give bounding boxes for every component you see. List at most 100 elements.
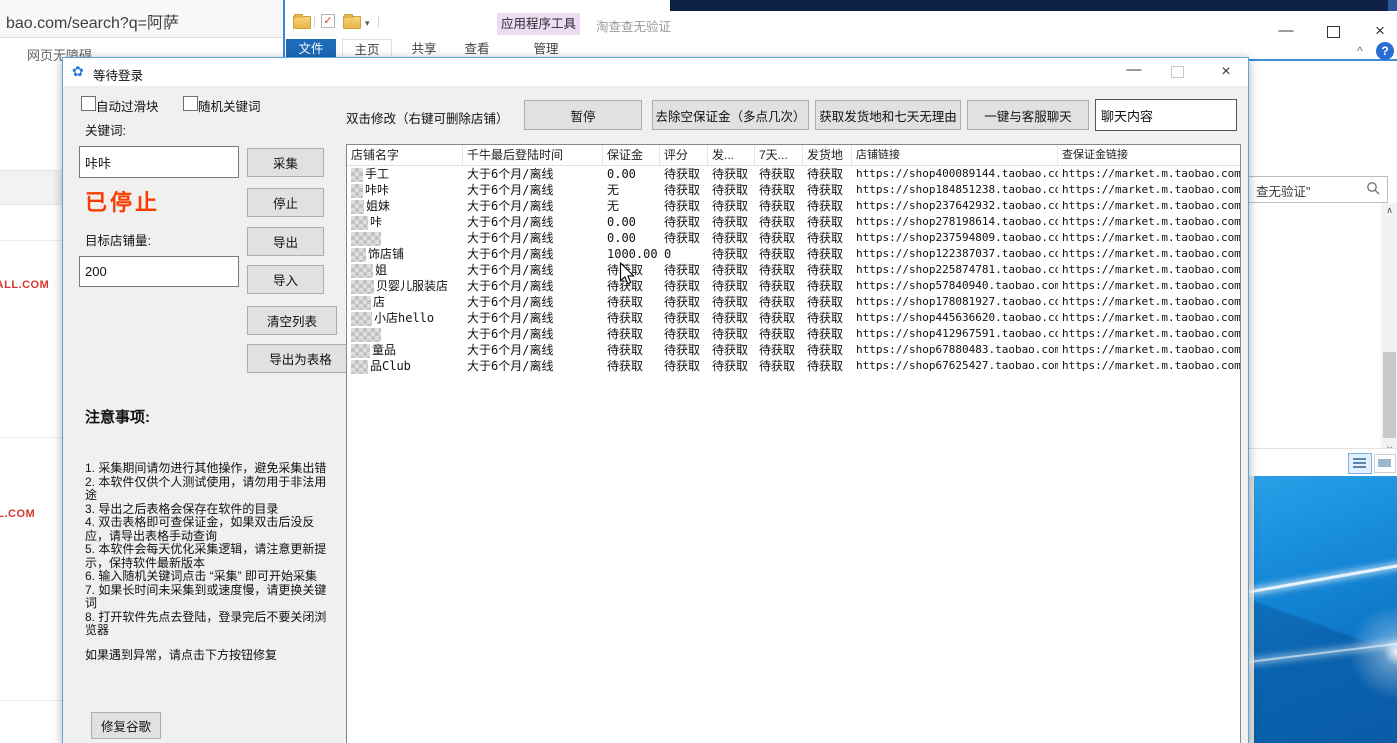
export-button[interactable]: 导出 bbox=[247, 227, 324, 256]
scroll-up-icon[interactable]: ∧ bbox=[1381, 203, 1397, 217]
7day-cell: 待获取 bbox=[755, 182, 803, 198]
explorer-minimize-button[interactable]: — bbox=[1275, 22, 1297, 40]
status-text: 已停止 bbox=[85, 185, 160, 217]
chat-content-input[interactable] bbox=[1095, 99, 1237, 131]
random-keyword-label: 随机关键词 bbox=[198, 96, 261, 115]
last-login-cell: 大于6个月/离线 bbox=[463, 294, 603, 310]
table-row[interactable]: 饰店铺 大于6个月/离线 1000.00 0 待获取 待获取 待获取 https… bbox=[347, 246, 1240, 262]
dropdown-caret-icon[interactable]: ▾ bbox=[365, 18, 370, 29]
table-row[interactable]: 贝婴儿服装店 大于6个月/离线 待获取 待获取 待获取 待获取 待获取 http… bbox=[347, 278, 1240, 294]
col-last-login[interactable]: 千牛最后登陆时间 bbox=[463, 145, 603, 165]
deposit-link-cell: https://market.m.taobao.com/s bbox=[1058, 262, 1241, 278]
shop-link-cell: https://shop412967591.taobao.com/ bbox=[852, 326, 1058, 342]
list-view-toggle[interactable] bbox=[1348, 453, 1372, 474]
explorer-close-button[interactable]: × bbox=[1369, 22, 1391, 40]
shop-name-cell: 姐妹 bbox=[347, 198, 463, 214]
repair-chrome-button[interactable]: 修复谷歌 bbox=[91, 712, 161, 739]
table-row[interactable]: 咔 大于6个月/离线 0.00 待获取 待获取 待获取 待获取 https://… bbox=[347, 214, 1240, 230]
shop-name: 姐 bbox=[375, 263, 387, 277]
shop-table[interactable]: 店铺名字 千牛最后登陆时间 保证金 评分 发... 7天... 发货地 店铺链接… bbox=[346, 144, 1241, 743]
table-row[interactable]: 童品 大于6个月/离线 待获取 待获取 待获取 待获取 待获取 https://… bbox=[347, 342, 1240, 358]
pause-button[interactable]: 暂停 bbox=[524, 100, 642, 130]
folder-icon[interactable] bbox=[293, 16, 311, 29]
location-cell: 待获取 bbox=[803, 182, 852, 198]
deposit-cell: 无 bbox=[603, 182, 660, 198]
chat-with-service-button[interactable]: 一键与客服聊天 bbox=[967, 100, 1089, 130]
window-title: 淘查查无验证 bbox=[596, 16, 671, 35]
folder-icon[interactable] bbox=[343, 16, 361, 29]
7day-cell: 待获取 bbox=[755, 310, 803, 326]
browser-address-bar[interactable]: bao.com/search?q=阿萨 bbox=[0, 0, 283, 38]
export-table-button[interactable]: 导出为表格 bbox=[247, 344, 354, 373]
target-count-input[interactable] bbox=[79, 256, 239, 287]
shop-name: 饰店铺 bbox=[368, 247, 404, 261]
table-row[interactable]: 咔咔 大于6个月/离线 无 待获取 待获取 待获取 待获取 https://sh… bbox=[347, 182, 1240, 198]
auto-slider-checkbox[interactable] bbox=[81, 96, 96, 111]
table-row[interactable]: 姐 大于6个月/离线 待获取 待获取 待获取 待获取 待获取 https://s… bbox=[347, 262, 1240, 278]
deposit-cell: 0.00 bbox=[603, 166, 660, 182]
table-row[interactable]: 姐妹 大于6个月/离线 无 待获取 待获取 待获取 待获取 https://sh… bbox=[347, 198, 1240, 214]
checkbox-icon[interactable]: ✓ bbox=[321, 14, 335, 28]
last-login-cell: 大于6个月/离线 bbox=[463, 342, 603, 358]
last-login-cell: 大于6个月/离线 bbox=[463, 182, 603, 198]
collect-button[interactable]: 采集 bbox=[247, 148, 324, 177]
last-login-cell: 大于6个月/离线 bbox=[463, 246, 603, 262]
shop-name-cell: 咔 bbox=[347, 214, 463, 230]
col-7day[interactable]: 7天... bbox=[755, 145, 803, 165]
table-row[interactable]: 大于6个月/离线 0.00 待获取 待获取 待获取 待获取 https://sh… bbox=[347, 230, 1240, 246]
stop-button[interactable]: 停止 bbox=[247, 188, 324, 217]
help-icon[interactable]: ? bbox=[1376, 42, 1394, 60]
keyword-input[interactable] bbox=[79, 146, 239, 178]
location-cell: 待获取 bbox=[803, 214, 852, 230]
table-header[interactable]: 店铺名字 千牛最后登陆时间 保证金 评分 发... 7天... 发货地 店铺链接… bbox=[347, 145, 1240, 166]
table-row[interactable]: 店 大于6个月/离线 待获取 待获取 待获取 待获取 待获取 https://s… bbox=[347, 294, 1240, 310]
remove-empty-deposit-button[interactable]: 去除空保证金（多点几次） bbox=[652, 100, 809, 130]
tmall-logo: MALL.COM bbox=[0, 279, 49, 291]
shop-name-cell: 贝婴儿服装店 bbox=[347, 278, 463, 294]
shipping-cell: 待获取 bbox=[708, 326, 755, 342]
random-keyword-checkbox[interactable] bbox=[183, 96, 198, 111]
note-item: 5. 本软件会每天优化采集逻辑，请注意更新提示，保持软件最新版本 bbox=[85, 543, 333, 570]
rating-cell: 待获取 bbox=[660, 262, 708, 278]
col-ship-location[interactable]: 发货地 bbox=[803, 145, 852, 165]
location-cell: 待获取 bbox=[803, 294, 852, 310]
dialog-title-bar[interactable]: ✿ 等待登录 — × bbox=[63, 58, 1248, 86]
mouse-cursor bbox=[619, 262, 637, 288]
col-shop-name[interactable]: 店铺名字 bbox=[347, 145, 463, 165]
thumbnail-view-toggle[interactable] bbox=[1374, 454, 1396, 473]
clear-list-button[interactable]: 清空列表 bbox=[247, 306, 337, 335]
scrollbar-thumb[interactable] bbox=[1383, 352, 1396, 438]
dialog-maximize-button[interactable] bbox=[1171, 66, 1184, 78]
shop-link-cell: https://shop122387037.taobao.com/ bbox=[852, 246, 1058, 262]
light-beam bbox=[1247, 549, 1397, 597]
deposit-cell: 待获取 bbox=[603, 342, 660, 358]
scrollbar[interactable]: ∧ ∨ bbox=[1381, 203, 1397, 456]
notes-title: 注意事项: bbox=[85, 406, 150, 427]
table-row[interactable]: 品Club 大于6个月/离线 待获取 待获取 待获取 待获取 待获取 https… bbox=[347, 358, 1240, 374]
col-deposit[interactable]: 保证金 bbox=[603, 145, 660, 165]
contextual-tab-app-tools[interactable]: 应用程序工具 bbox=[497, 13, 580, 35]
col-shipping[interactable]: 发... bbox=[708, 145, 755, 165]
table-row[interactable]: 手工 大于6个月/离线 0.00 待获取 待获取 待获取 待获取 https:/… bbox=[347, 166, 1240, 182]
table-row[interactable]: 小店hello 大于6个月/离线 待获取 待获取 待获取 待获取 待获取 htt… bbox=[347, 310, 1240, 326]
col-shop-link[interactable]: 店铺链接 bbox=[852, 145, 1058, 165]
dialog-close-button[interactable]: × bbox=[1211, 61, 1241, 83]
dialog-minimize-button[interactable]: — bbox=[1119, 60, 1149, 82]
get-shipping-info-button[interactable]: 获取发货地和七天无理由 bbox=[815, 100, 961, 130]
censor-blur bbox=[351, 296, 371, 310]
col-rating[interactable]: 评分 bbox=[660, 145, 708, 165]
col-deposit-link[interactable]: 查保证金链接 bbox=[1058, 145, 1241, 165]
divider bbox=[0, 437, 62, 438]
deposit-cell: 0.00 bbox=[603, 214, 660, 230]
location-cell: 待获取 bbox=[803, 278, 852, 294]
search-icon[interactable] bbox=[1366, 181, 1381, 196]
7day-cell: 待获取 bbox=[755, 326, 803, 342]
explorer-maximize-button[interactable] bbox=[1327, 26, 1340, 38]
last-login-cell: 大于6个月/离线 bbox=[463, 326, 603, 342]
shop-link-cell: https://shop57840940.taobao.com/ bbox=[852, 278, 1058, 294]
table-row[interactable]: 大于6个月/离线 待获取 待获取 待获取 待获取 待获取 https://sho… bbox=[347, 326, 1240, 342]
import-button[interactable]: 导入 bbox=[247, 265, 324, 294]
location-cell: 待获取 bbox=[803, 230, 852, 246]
ribbon-collapse-caret[interactable]: ^ bbox=[1357, 44, 1363, 58]
note-item: 1. 采集期间请勿进行其他操作，避免采集出错 bbox=[85, 462, 333, 476]
